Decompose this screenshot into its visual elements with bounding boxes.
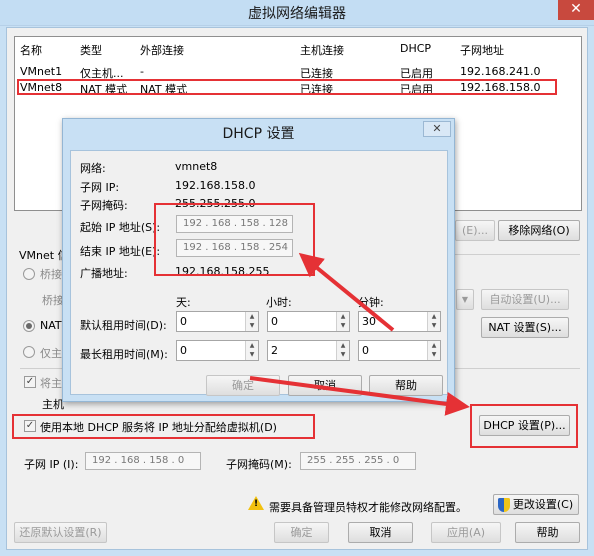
annotation-arrows (249, 252, 470, 416)
arrow-to-dhcp-settings (249, 376, 470, 416)
arrow-to-ip-range (298, 252, 395, 332)
